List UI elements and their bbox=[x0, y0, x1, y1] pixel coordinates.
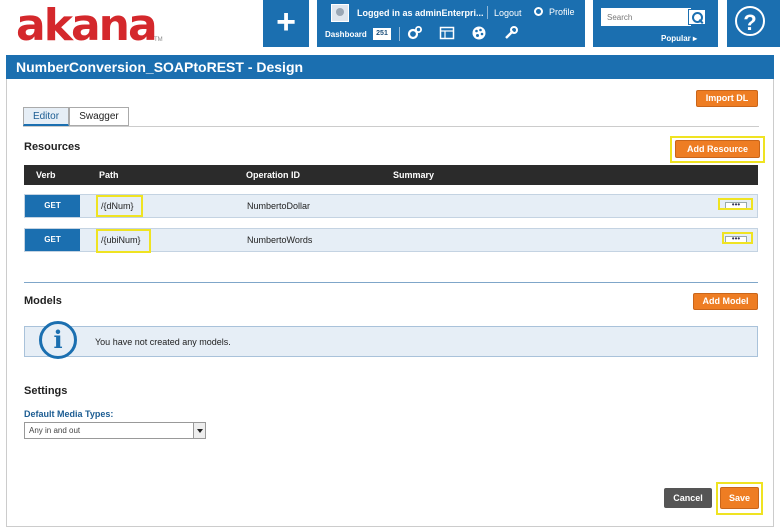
cancel-button[interactable]: Cancel bbox=[664, 488, 712, 508]
page-title: NumberConversion_SOAPtoREST - Design bbox=[16, 59, 304, 75]
operation-id-cell: NumbertoDollar bbox=[247, 201, 311, 211]
save-button[interactable]: Save bbox=[720, 487, 759, 509]
dashboard-link[interactable]: Dashboard bbox=[325, 30, 367, 39]
section-divider bbox=[24, 282, 758, 283]
search-input[interactable] bbox=[601, 8, 691, 26]
models-empty-text: You have not created any models. bbox=[95, 337, 231, 347]
column-header-operation-id: Operation ID bbox=[246, 170, 301, 180]
highlight-frame bbox=[722, 232, 753, 244]
layout-icon[interactable] bbox=[439, 25, 455, 41]
top-header: akana TM + Logged in as adminEnterpri...… bbox=[0, 0, 780, 50]
logout-link[interactable]: Logout bbox=[494, 8, 522, 18]
add-model-button[interactable]: Add Model bbox=[693, 293, 758, 310]
popular-link[interactable]: Popular ▸ bbox=[661, 34, 697, 43]
profile-icon[interactable] bbox=[534, 7, 543, 16]
tab-editor[interactable]: Editor bbox=[23, 107, 69, 126]
column-header-path: Path bbox=[99, 170, 119, 180]
import-dl-button[interactable]: Import DL bbox=[696, 90, 758, 107]
operation-id-cell: NumbertoWords bbox=[247, 235, 313, 245]
design-panel: Import DL Editor Swagger Resources Add R… bbox=[6, 79, 774, 527]
dashboard-count-badge: 251 bbox=[373, 28, 391, 40]
tab-divider bbox=[23, 126, 759, 127]
search-icon[interactable] bbox=[688, 9, 706, 25]
column-header-verb: Verb bbox=[36, 170, 56, 180]
search-panel: Popular ▸ bbox=[593, 0, 718, 47]
models-title: Models bbox=[24, 295, 62, 307]
plus-icon: + bbox=[276, 3, 296, 41]
user-panel: Logged in as adminEnterpri... Logout Pro… bbox=[317, 0, 585, 47]
divider bbox=[399, 27, 400, 41]
verb-badge: GET bbox=[25, 195, 80, 217]
default-media-types-label: Default Media Types: bbox=[24, 409, 114, 419]
add-resource-button[interactable]: Add Resource bbox=[675, 140, 760, 158]
chevron-down-icon[interactable] bbox=[193, 423, 205, 438]
gears-icon[interactable] bbox=[407, 25, 423, 41]
wrench-icon[interactable] bbox=[503, 25, 519, 41]
models-empty-notice: i You have not created any models. bbox=[24, 321, 758, 359]
help-button[interactable]: ? bbox=[727, 0, 780, 47]
resources-title: Resources bbox=[24, 141, 81, 153]
default-media-types-select[interactable]: Any in and out bbox=[24, 422, 206, 439]
logged-in-text[interactable]: Logged in as adminEnterpri... bbox=[357, 8, 484, 18]
profile-link[interactable]: Profile bbox=[549, 7, 575, 17]
highlight-frame bbox=[718, 198, 753, 210]
column-header-summary: Summary bbox=[393, 170, 435, 180]
highlight-frame bbox=[96, 229, 151, 253]
select-value: Any in and out bbox=[29, 426, 81, 435]
divider bbox=[487, 6, 488, 19]
palette-icon[interactable] bbox=[471, 25, 487, 41]
page-title-bar: NumberConversion_SOAPtoREST - Design bbox=[6, 55, 774, 79]
resources-table-header: Verb Path Operation ID Summary bbox=[24, 165, 758, 185]
add-button[interactable]: + bbox=[263, 0, 309, 47]
settings-title: Settings bbox=[24, 385, 68, 397]
verb-badge: GET bbox=[25, 229, 80, 251]
avatar[interactable] bbox=[331, 4, 349, 22]
highlight-frame bbox=[96, 195, 143, 217]
info-icon: i bbox=[39, 321, 77, 359]
tab-swagger[interactable]: Swagger bbox=[69, 107, 129, 126]
logo-trademark: TM bbox=[154, 37, 163, 43]
akana-logo[interactable]: akana bbox=[16, 2, 158, 50]
help-icon: ? bbox=[735, 6, 765, 36]
